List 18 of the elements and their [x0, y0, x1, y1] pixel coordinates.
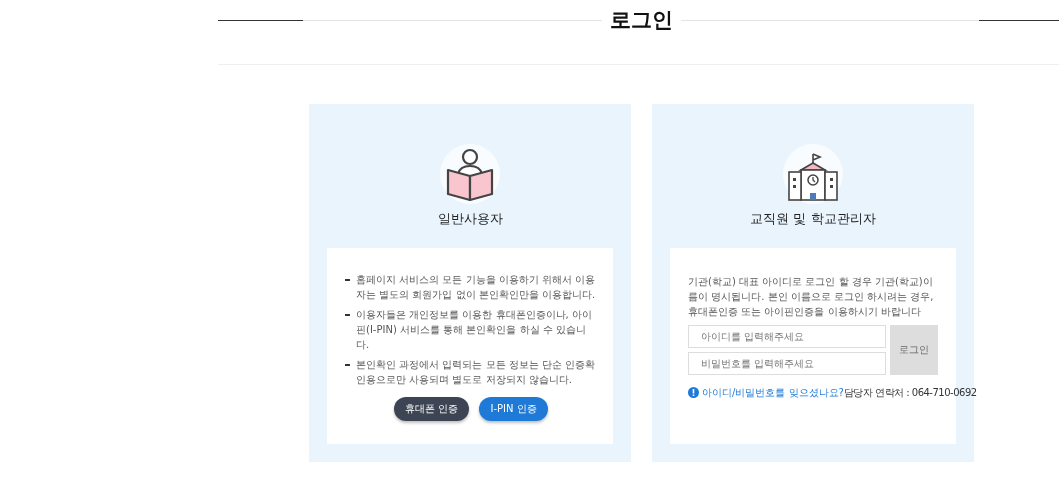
notice-text: 홈페이지 서비스의 모든 기능을 이용하기 위해서 이용자는 별도의 회원가입 없이 본인확인만을 이용합니다. [356, 273, 597, 302]
id-input-field[interactable]: 아이디를 입력해주세요 [688, 325, 886, 348]
page-title: 로그인 [609, 7, 673, 34]
notice-text: 본인확인 과정에서 입력되는 모든 정보는 단순 인증확인용으로만 사용되며 별도로 저장되지 않습니다. [356, 358, 597, 387]
ipin-verify-button[interactable]: I-PIN 인증 [479, 397, 548, 421]
bullet-dash-icon [345, 364, 350, 366]
bullet-dash-icon [345, 279, 350, 281]
notice-text: 이용자들은 개인정보를 이용한 휴대폰인증이나, 아이핀(I-PIN) 서비스를 통해 본인확인을 하실 수 있습니다. [356, 308, 593, 352]
panel-heading: 일반사용자 [437, 210, 503, 228]
login-button[interactable]: 로그인 [890, 325, 938, 375]
panel-heading: 교직원 및 학교관리자 [750, 210, 876, 228]
bullet-dash-icon [345, 314, 350, 316]
notice-text: 기관(학교) 대표 아이디로 로그인 할 경우 기관(학교)이름이 명시됩니다. 본인 이름으로 로그인 하시려는 경우, 휴대폰인증 또는 아이핀인증을 이용하시기 바랍니다 [688, 275, 935, 319]
forgot-password-link[interactable]: 아이디/비밀번호를 잊으셨나요? [688, 385, 844, 400]
info-icon [688, 387, 699, 398]
password-input-field[interactable]: 비밀번호를 입력해주세요 [688, 352, 886, 375]
contact-text: 담당자 연락처 : 064-710-0692 [843, 386, 977, 400]
phone-verify-button[interactable]: 휴대폰 인증 [394, 397, 470, 421]
